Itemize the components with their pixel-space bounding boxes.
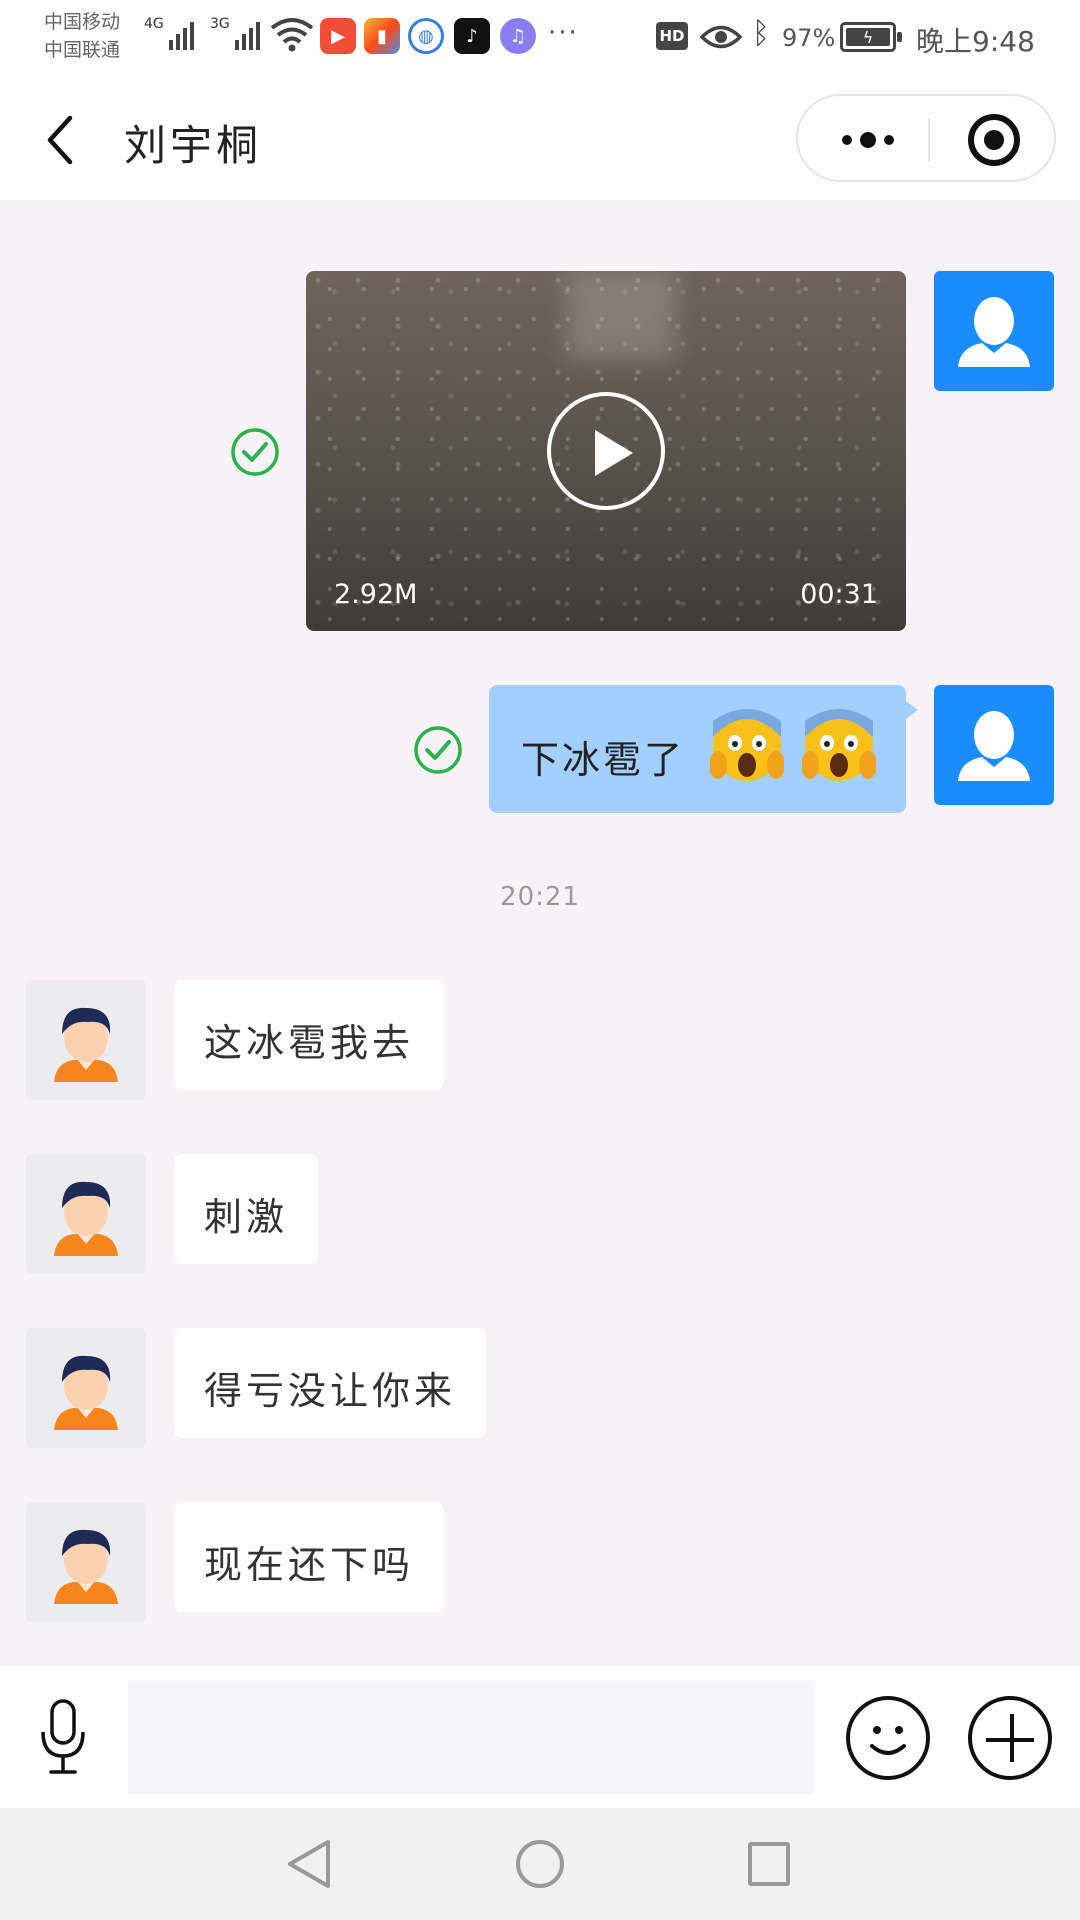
carrier-2-label: 中国联通 xyxy=(44,39,121,61)
nav-recent-icon[interactable] xyxy=(748,1842,790,1886)
battery-icon: ϟ xyxy=(840,22,902,52)
boy-avatar-icon xyxy=(54,1181,118,1256)
system-nav-bar xyxy=(0,1808,1080,1920)
wifi-icon xyxy=(270,18,314,52)
boy-avatar-icon xyxy=(54,1355,118,1430)
target-icon[interactable] xyxy=(968,114,1020,166)
received-message-bubble[interactable]: 这冰雹我去 xyxy=(174,980,445,1090)
contact-avatar[interactable] xyxy=(26,1502,146,1622)
carrier-labels: 中国移动 中国联通 xyxy=(44,8,120,64)
browser-icon: ◍ xyxy=(408,18,444,54)
sent-check-icon xyxy=(414,726,462,774)
title-bar: 刘宇桐 xyxy=(0,78,1080,200)
received-message-bubble[interactable]: 现在还下吗 xyxy=(174,1502,445,1612)
smiley-icon xyxy=(870,1726,906,1755)
message-timestamp: 20:21 xyxy=(500,882,580,912)
mini-program-capsule xyxy=(796,94,1056,182)
microphone-icon[interactable] xyxy=(38,1698,88,1776)
back-arrow-icon[interactable] xyxy=(42,114,78,166)
capsule-divider xyxy=(928,118,930,162)
scream-emoji-icon xyxy=(802,709,876,781)
nav-home-icon[interactable] xyxy=(516,1840,564,1888)
network-1-label: 4G xyxy=(144,16,164,32)
boy-avatar-icon xyxy=(54,1529,118,1604)
sent-text-bubble[interactable]: 下冰雹了 xyxy=(489,685,918,813)
video-message[interactable]: 2.92M 00:31 xyxy=(306,271,906,631)
eye-comfort-icon xyxy=(700,25,742,49)
more-notifications-icon: ··· xyxy=(548,18,579,48)
carrier-1-label: 中国移动 xyxy=(44,11,121,33)
input-bar xyxy=(0,1666,1080,1808)
status-time: 晚上9:48 xyxy=(916,25,1035,58)
signal-4g-icon: 4G xyxy=(144,16,194,50)
sent-check-icon xyxy=(231,428,279,476)
video-size: 2.92M xyxy=(334,579,418,610)
self-avatar[interactable] xyxy=(934,685,1054,805)
status-bar: 中国移动 中国联通 4G 3G ▶ ▮ ◍ ♪ ♫ ··· HD ᛒ 97% ϟ… xyxy=(0,0,1080,78)
nav-back-icon[interactable] xyxy=(284,1838,334,1890)
battery-percent: 97% xyxy=(782,24,836,52)
network-2-label: 3G xyxy=(210,16,230,32)
kuaishou-icon: ▶ xyxy=(320,18,356,54)
message-input[interactable] xyxy=(128,1681,814,1794)
music-icon: ♫ xyxy=(500,18,536,54)
more-dots-icon[interactable] xyxy=(828,120,908,160)
contact-avatar[interactable] xyxy=(26,1154,146,1274)
received-message-bubble[interactable]: 刺激 xyxy=(174,1154,319,1264)
paint-app-icon: ▮ xyxy=(364,18,400,54)
tiktok-icon: ♪ xyxy=(454,18,490,54)
received-message-bubble[interactable]: 得亏没让你来 xyxy=(174,1328,487,1438)
person-icon xyxy=(958,711,1030,781)
person-icon xyxy=(958,297,1030,367)
hd-badge: HD xyxy=(656,22,688,50)
video-duration: 00:31 xyxy=(800,579,878,610)
contact-avatar[interactable] xyxy=(26,980,146,1100)
contact-avatar[interactable] xyxy=(26,1328,146,1448)
signal-3g-icon: 3G xyxy=(210,16,260,50)
self-avatar[interactable] xyxy=(934,271,1054,391)
boy-avatar-icon xyxy=(54,1007,118,1082)
emoji-button[interactable] xyxy=(846,1696,930,1780)
sent-text: 下冰雹了 xyxy=(521,738,686,782)
play-icon[interactable] xyxy=(547,392,665,510)
plus-icon[interactable] xyxy=(968,1696,1052,1780)
chat-title: 刘宇桐 xyxy=(124,121,263,170)
bluetooth-icon: ᛒ xyxy=(752,16,770,51)
scream-emoji-icon xyxy=(710,709,784,781)
